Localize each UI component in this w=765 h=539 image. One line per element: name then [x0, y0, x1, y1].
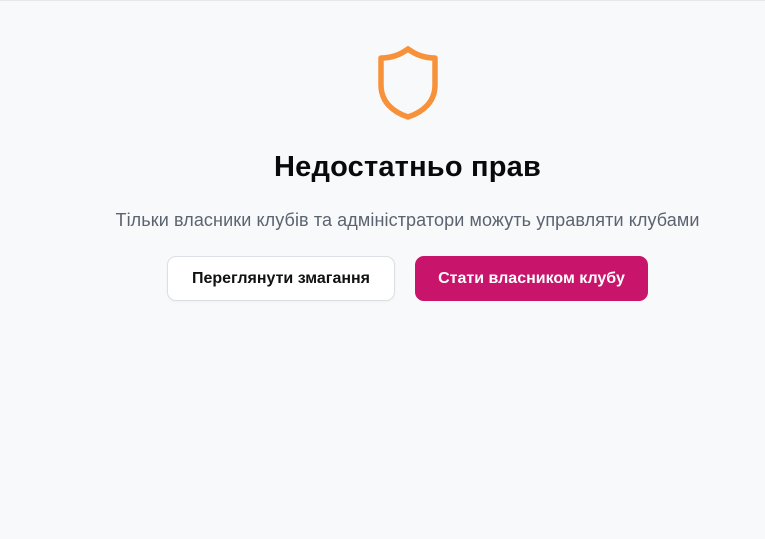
- view-competitions-button[interactable]: Переглянути змагання: [167, 256, 395, 301]
- access-denied-page: Недостатньо прав Тільки власники клубів …: [0, 0, 765, 539]
- become-club-owner-button[interactable]: Стати власником клубу: [415, 256, 648, 301]
- action-buttons: Переглянути змагання Стати власником клу…: [167, 256, 648, 301]
- permission-message: Тільки власники клубів та адміністратори…: [115, 210, 700, 230]
- page-title: Недостатньо прав: [274, 151, 541, 183]
- shield-icon: [377, 46, 438, 120]
- shield-icon-wrapper: [376, 45, 440, 121]
- access-denied-panel: Недостатньо прав Тільки власники клубів …: [0, 1, 765, 301]
